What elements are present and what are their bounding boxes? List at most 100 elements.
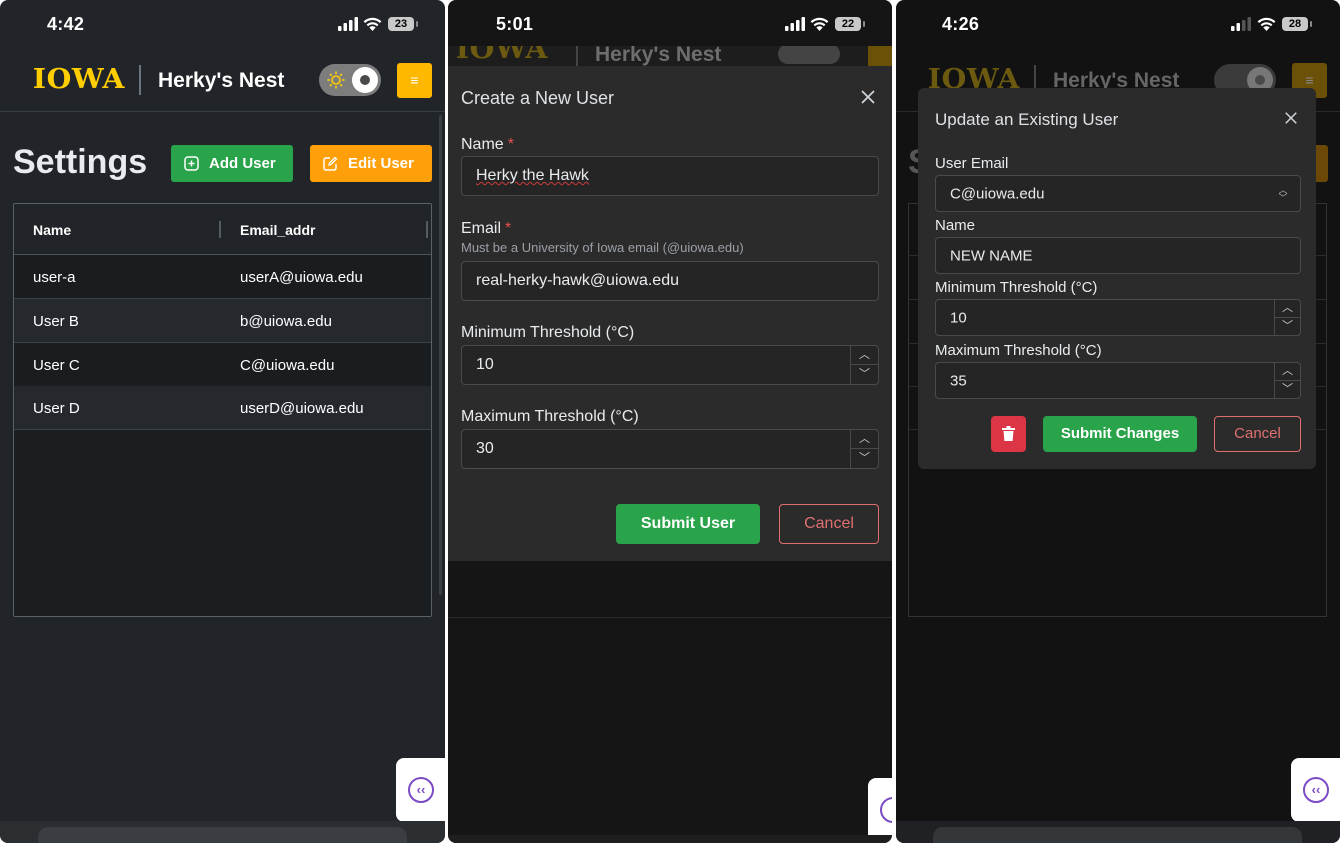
cell-email: b@uiowa.edu xyxy=(240,313,332,330)
user-email-select[interactable]: C@uiowa.edu ︿ ﹀ xyxy=(935,175,1301,212)
email-label: Email * xyxy=(461,220,512,237)
cell-name: user-a xyxy=(33,269,76,286)
menu-button xyxy=(868,46,892,66)
app-title[interactable]: Herky's Nest xyxy=(158,69,284,93)
trash-icon xyxy=(1002,426,1015,441)
min-threshold-label: Minimum Threshold (°C) xyxy=(935,279,1098,296)
sun-icon xyxy=(327,71,345,89)
chevron-up-icon[interactable]: ︿ xyxy=(1275,300,1300,318)
chevron-down-icon[interactable]: ﹀ xyxy=(851,365,878,384)
max-threshold-input[interactable]: 30 ︿ ﹀ xyxy=(461,429,879,469)
add-user-button[interactable]: Add User xyxy=(171,145,293,182)
close-icon[interactable] xyxy=(1284,111,1298,125)
column-resizer[interactable] xyxy=(219,221,221,238)
modal-title: Update an Existing User xyxy=(935,110,1119,129)
required-asterisk: * xyxy=(507,136,514,153)
max-threshold-input[interactable]: 35 ︿ ﹀ xyxy=(935,362,1301,399)
browser-bottom-bar[interactable] xyxy=(933,827,1302,843)
status-time: 4:26 xyxy=(942,14,980,34)
min-threshold-value: 10 xyxy=(476,356,494,373)
table-row[interactable]: User C C@uiowa.edu xyxy=(14,343,431,387)
update-user-modal: Update an Existing User User Email C@uio… xyxy=(918,88,1316,469)
name-label: Name xyxy=(935,217,976,234)
status-bar: 5:01 22 xyxy=(448,0,892,46)
user-email-label: User Email xyxy=(935,155,1009,172)
table-row[interactable]: User D userD@uiowa.edu xyxy=(14,386,431,430)
app-header-background: IOWA Herky's Nest xyxy=(448,46,892,66)
status-time: 5:01 xyxy=(496,14,534,34)
double-chevron-left-icon xyxy=(880,797,892,823)
battery-level: 22 xyxy=(835,17,861,31)
submit-changes-button[interactable]: Submit Changes xyxy=(1043,416,1197,452)
battery-icon: 22 xyxy=(835,16,865,32)
cancel-button[interactable]: Cancel xyxy=(1214,416,1301,452)
table-row[interactable]: User B b@uiowa.edu xyxy=(14,299,431,343)
create-user-screen: 5:01 22 IOWA Herky's Nest Create a New U… xyxy=(448,0,892,843)
page-scrollbar[interactable] xyxy=(439,115,442,595)
wifi-icon xyxy=(363,17,382,31)
min-threshold-value: 10 xyxy=(950,309,967,326)
collapse-panel-tab[interactable]: ‹‹ xyxy=(396,758,445,822)
close-icon[interactable] xyxy=(860,89,876,105)
divider xyxy=(448,617,892,618)
name-input-value: Herky the Hawk xyxy=(476,167,589,185)
header-divider xyxy=(139,65,141,95)
min-threshold-input[interactable]: 10 ︿ ﹀ xyxy=(935,299,1301,336)
min-threshold-stepper[interactable]: ︿ ﹀ xyxy=(1274,300,1300,335)
chevron-up-icon[interactable]: ︿ xyxy=(851,430,878,449)
bottom-strip xyxy=(448,835,892,843)
collapse-panel-tab[interactable] xyxy=(868,778,892,842)
column-resizer[interactable] xyxy=(426,221,428,238)
wifi-icon xyxy=(1257,17,1276,31)
menu-button[interactable]: ≡ xyxy=(397,63,432,98)
double-chevron-left-icon: ‹‹ xyxy=(1303,777,1329,803)
max-threshold-label: Maximum Threshold (°C) xyxy=(935,342,1102,359)
browser-bottom-bar[interactable] xyxy=(38,827,407,843)
chevron-down-icon[interactable]: ﹀ xyxy=(1275,318,1300,336)
user-email-selected: C@uiowa.edu xyxy=(950,185,1045,202)
min-threshold-stepper[interactable]: ︿ ﹀ xyxy=(850,346,878,384)
submit-user-button[interactable]: Submit User xyxy=(616,504,760,544)
chevron-down-icon[interactable]: ﹀ xyxy=(851,449,878,468)
cell-signal-icon xyxy=(1231,17,1251,31)
edit-user-button[interactable]: Edit User xyxy=(310,145,432,182)
max-threshold-stepper[interactable]: ︿ ﹀ xyxy=(850,430,878,468)
max-threshold-label: Maximum Threshold (°C) xyxy=(461,408,639,425)
select-arrows-icon: ︿ ﹀ xyxy=(1278,185,1288,203)
email-input[interactable]: real-herky-hawk@uiowa.edu xyxy=(461,261,879,301)
delete-user-button[interactable] xyxy=(991,416,1026,452)
wifi-icon xyxy=(810,17,829,31)
chevron-up-icon[interactable]: ︿ xyxy=(1275,363,1300,381)
cell-signal-icon xyxy=(338,17,358,31)
add-user-label: Add User xyxy=(209,155,276,172)
hamburger-icon: ≡ xyxy=(1305,72,1314,88)
plus-square-icon xyxy=(184,156,199,171)
collapse-panel-tab[interactable]: ‹‹ xyxy=(1291,758,1340,822)
column-header-email[interactable]: Email_addr xyxy=(240,222,315,238)
email-hint: Must be a University of Iowa email (@uio… xyxy=(461,240,744,255)
table-row[interactable]: user-a userA@uiowa.edu xyxy=(14,255,431,299)
theme-toggle[interactable] xyxy=(319,64,381,96)
iowa-logo[interactable]: IOWA xyxy=(33,64,125,95)
status-bar: 4:26 28 xyxy=(896,0,1340,46)
status-time: 4:42 xyxy=(47,14,85,34)
column-header-name[interactable]: Name xyxy=(33,222,71,238)
battery-level: 28 xyxy=(1282,17,1308,31)
cell-email: userA@uiowa.edu xyxy=(240,269,363,286)
max-threshold-value: 30 xyxy=(476,440,494,457)
cell-name: User C xyxy=(33,357,80,374)
theme-toggle xyxy=(778,46,840,64)
modal-title: Create a New User xyxy=(461,88,615,108)
table-header: Name Email_addr xyxy=(14,204,431,255)
name-input[interactable]: NEW NAME xyxy=(935,237,1301,274)
email-input-value: real-herky-hawk@uiowa.edu xyxy=(476,272,679,289)
name-input[interactable]: Herky the Hawk xyxy=(461,156,879,196)
update-user-screen: 4:26 28 IOWA Herky's Nest ≡ S Update an … xyxy=(896,0,1340,843)
cancel-button[interactable]: Cancel xyxy=(779,504,879,544)
min-threshold-input[interactable]: 10 ︿ ﹀ xyxy=(461,345,879,385)
chevron-down-icon[interactable]: ﹀ xyxy=(1275,381,1300,399)
max-threshold-stepper[interactable]: ︿ ﹀ xyxy=(1274,363,1300,398)
chevron-up-icon[interactable]: ︿ xyxy=(851,346,878,365)
cell-signal-icon xyxy=(785,17,805,31)
cell-name: User D xyxy=(33,400,80,417)
